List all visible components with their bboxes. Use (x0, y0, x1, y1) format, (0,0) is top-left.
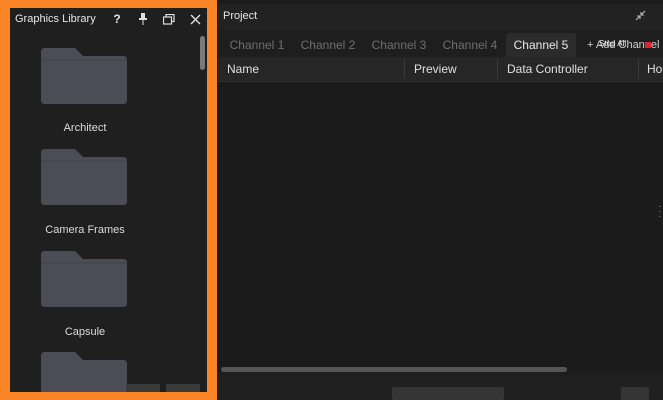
resize-handle-icon[interactable]: · · · (658, 202, 661, 222)
folder-icon[interactable] (41, 251, 127, 307)
channel-table-body (218, 82, 663, 372)
graphics-library-scrollbar[interactable] (200, 36, 205, 70)
table-header: Name Preview Data Controller Ho (218, 57, 663, 82)
folder-icon[interactable] (41, 352, 127, 392)
column-preview[interactable]: Preview (414, 57, 457, 81)
library-footer-button[interactable] (166, 384, 200, 392)
graphics-library-title: Graphics Library (15, 13, 96, 25)
tab-channel-3[interactable]: Channel 3 (364, 33, 434, 57)
graphics-library-panel: Graphics Library ? Architect Camera Fram… (10, 8, 207, 392)
folder-icon[interactable] (41, 48, 127, 104)
column-ho[interactable]: Ho (647, 57, 662, 81)
project-titlebar: Project (218, 4, 663, 30)
graphics-library-highlight: Graphics Library ? Architect Camera Fram… (0, 0, 217, 400)
library-footer-button[interactable] (126, 384, 160, 392)
folder-label: Camera Frames (45, 224, 125, 236)
tab-channel-5[interactable]: Channel 5 (506, 33, 576, 57)
graphics-library-header: Graphics Library ? (10, 8, 207, 30)
tab-channel-1[interactable]: Channel 1 (222, 33, 292, 57)
column-data-controller[interactable]: Data Controller (507, 57, 588, 81)
folder-icon[interactable] (41, 149, 127, 205)
bottom-bar-button[interactable] (621, 387, 649, 400)
project-panel: Project Channel 1 Channel 2 Channel 3 Ch… (218, 4, 663, 400)
channel-tabs: Channel 1 Channel 2 Channel 3 Channel 4 … (218, 33, 663, 57)
close-icon[interactable] (187, 11, 203, 27)
column-divider[interactable] (404, 59, 405, 79)
tab-channel-2[interactable]: Channel 2 (293, 33, 363, 57)
project-title: Project (223, 10, 258, 22)
column-divider[interactable] (638, 59, 639, 79)
collapse-icon[interactable] (635, 10, 646, 24)
stop-all-button[interactable]: Stop All (599, 39, 626, 48)
help-icon[interactable]: ? (109, 11, 125, 27)
column-name[interactable]: Name (227, 57, 259, 81)
pin-icon[interactable] (135, 11, 151, 27)
folder-label: Capsule (64, 326, 106, 338)
bottom-bar-button[interactable] (392, 387, 504, 400)
horizontal-scrollbar[interactable] (221, 367, 567, 372)
folder-label: Architect (63, 122, 107, 134)
tab-channel-4[interactable]: Channel 4 (435, 33, 505, 57)
column-divider[interactable] (497, 59, 498, 79)
project-bottom-bar (218, 378, 663, 400)
stop-indicator-icon (645, 42, 651, 48)
restore-window-icon[interactable] (161, 11, 177, 27)
